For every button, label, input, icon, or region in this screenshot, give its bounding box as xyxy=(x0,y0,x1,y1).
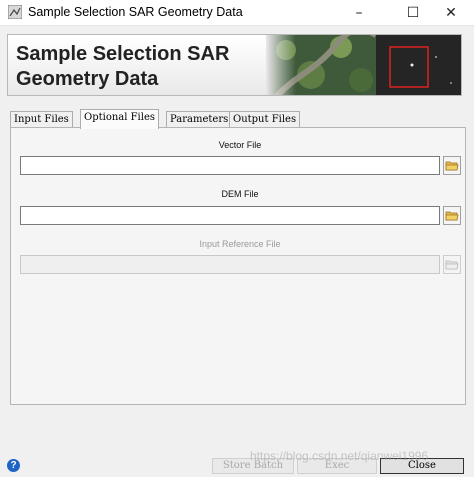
reference-browse-button[interactable] xyxy=(443,255,461,274)
reference-file-input[interactable] xyxy=(20,255,440,274)
tab-input-files[interactable]: Input Files xyxy=(10,111,73,128)
folder-icon xyxy=(445,161,459,170)
tab-parameters[interactable]: Parameters xyxy=(166,111,233,128)
dem-file-label: DEM File xyxy=(221,189,259,199)
reference-file-label: Input Reference File xyxy=(199,239,281,249)
page-title: Sample Selection SAR Geometry Data xyxy=(16,43,230,90)
folder-icon xyxy=(445,211,459,220)
tab-optional-files[interactable]: Optional Files xyxy=(80,109,160,129)
watermark-text: https://blog.csdn.net/qianwei1996 xyxy=(250,449,429,463)
dem-file-input[interactable] xyxy=(20,206,440,225)
minimize-button[interactable]: – xyxy=(336,0,382,26)
close-window-button[interactable]: ✕ xyxy=(428,0,474,26)
tab-bar: Input Files Optional Files Parameters Ou… xyxy=(10,109,470,129)
dem-browse-button[interactable] xyxy=(443,206,461,225)
header-banner: Sample Selection SAR Geometry Data xyxy=(7,34,462,96)
title-bar: Sample Selection SAR Geometry Data – ☐ ✕ xyxy=(0,0,474,26)
banner-image xyxy=(266,35,461,95)
vector-file-label: Vector File xyxy=(218,140,262,150)
app-icon xyxy=(8,5,22,19)
help-icon[interactable]: ? xyxy=(7,459,20,472)
vector-file-input[interactable] xyxy=(20,156,440,175)
folder-icon xyxy=(445,260,459,269)
window-title: Sample Selection SAR Geometry Data xyxy=(28,5,243,19)
tab-output-files[interactable]: Output Files xyxy=(229,111,301,128)
vector-browse-button[interactable] xyxy=(443,156,461,175)
